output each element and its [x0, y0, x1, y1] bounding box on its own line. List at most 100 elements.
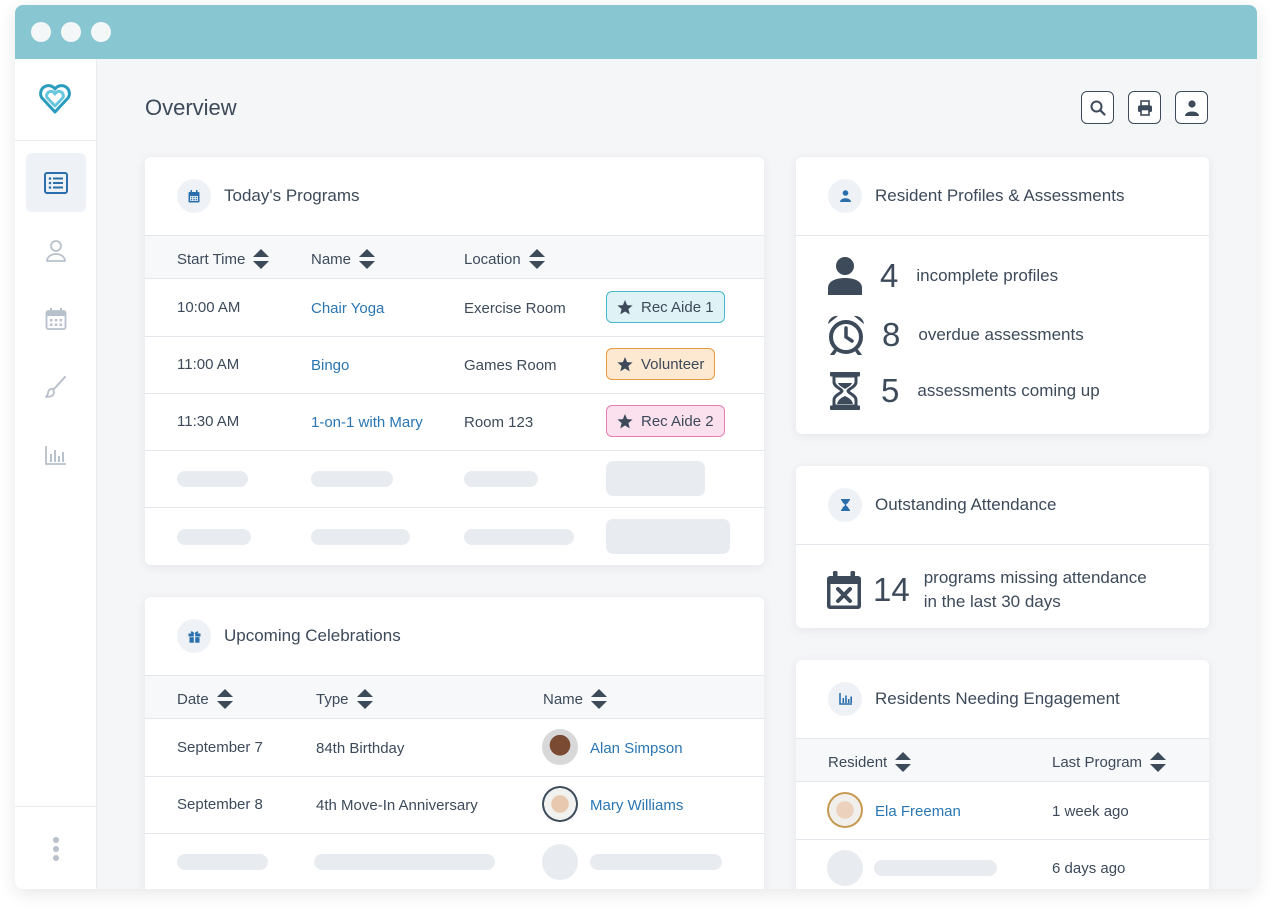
- resident-name-link[interactable]: Ela Freeman: [875, 803, 961, 820]
- stat-incomplete-profiles[interactable]: 4 incomplete profiles: [828, 257, 1058, 295]
- staff-tag[interactable]: Rec Aide 2: [606, 405, 725, 437]
- sidebar-item-activities[interactable]: [26, 357, 86, 416]
- placeholder-avatar: [542, 844, 578, 880]
- table-row[interactable]: 11:30 AM 1-on-1 with Mary Room 123 Rec A…: [145, 393, 764, 451]
- table-header: Resident Last Program: [796, 739, 1209, 782]
- stat-value: 14: [873, 571, 910, 608]
- program-name-link[interactable]: Chair Yoga: [311, 300, 384, 317]
- stat-label: assessments coming up: [917, 381, 1100, 400]
- sidebar-item-overview[interactable]: [26, 153, 86, 212]
- sort-icon: [528, 249, 545, 269]
- table-row[interactable]: September 7 84th Birthday Alan Simpson: [145, 719, 764, 777]
- avatar[interactable]: [542, 729, 578, 765]
- stat-label: programs missing attendance in the last …: [923, 568, 1147, 611]
- celebration-date: September 8: [177, 796, 263, 813]
- sidebar-more-button[interactable]: [26, 819, 86, 878]
- sidebar-item-calendar[interactable]: [26, 289, 86, 348]
- app-logo-icon[interactable]: [37, 81, 73, 117]
- hourglass-icon: [828, 488, 862, 522]
- placeholder-bar: [874, 860, 997, 876]
- avatar[interactable]: [827, 792, 863, 828]
- hourglass-icon: [830, 372, 860, 410]
- app-window: Overview Today's Programs Start Time Nam…: [15, 5, 1257, 889]
- print-button[interactable]: [1128, 91, 1161, 124]
- column-header-start-time[interactable]: Start Time: [177, 249, 270, 269]
- column-header-resident[interactable]: Resident: [828, 752, 912, 772]
- search-button[interactable]: [1081, 91, 1114, 124]
- card-header: Outstanding Attendance: [796, 466, 1209, 545]
- table-row[interactable]: 11:00 AM Bingo Games Room Volunteer: [145, 336, 764, 394]
- program-time: 10:00 AM: [177, 299, 241, 316]
- column-header-last-program[interactable]: Last Program: [1052, 752, 1167, 772]
- window-minimize-dot[interactable]: [61, 22, 81, 42]
- staff-tag[interactable]: Volunteer: [606, 348, 716, 380]
- stat-value: 8: [882, 316, 901, 353]
- program-time: 11:00 AM: [177, 356, 240, 373]
- stat-overdue-assessments[interactable]: 8 overdue assessments: [827, 315, 1084, 355]
- table-header: Start Time Name Location: [145, 236, 764, 279]
- celebration-type: 4th Move-In Anniversary: [316, 797, 478, 814]
- table-row[interactable]: 10:00 AM Chair Yoga Exercise Room Rec Ai…: [145, 279, 764, 337]
- program-location: Room 123: [464, 414, 534, 431]
- stat-label: incomplete profiles: [916, 266, 1059, 285]
- table-row[interactable]: 6 days ago: [796, 839, 1209, 889]
- user-icon: [828, 257, 862, 295]
- program-location: Exercise Room: [464, 300, 566, 317]
- upcoming-celebrations-card: Upcoming Celebrations Date Type Name Sep…: [145, 597, 764, 889]
- star-icon: [617, 356, 633, 371]
- placeholder-bar: [177, 529, 251, 545]
- program-time: 11:30 AM: [177, 413, 240, 430]
- placeholder-bar: [314, 854, 495, 870]
- window-maximize-dot[interactable]: [91, 22, 111, 42]
- window-close-dot[interactable]: [31, 22, 51, 42]
- placeholder-bar: [177, 854, 268, 870]
- card-title: Upcoming Celebrations: [224, 626, 401, 645]
- placeholder-box: [606, 519, 730, 554]
- sort-icon: [1150, 752, 1167, 772]
- placeholder-bar: [464, 471, 538, 487]
- sort-icon: [591, 689, 608, 709]
- sort-icon: [359, 249, 376, 269]
- stat-assessments-coming-up[interactable]: 5 assessments coming up: [830, 372, 1100, 410]
- residents-engagement-card: Residents Needing Engagement Resident La…: [796, 660, 1209, 889]
- resident-profiles-card: Resident Profiles & Assessments 4 incomp…: [796, 157, 1209, 434]
- card-header: Residents Needing Engagement: [796, 660, 1209, 739]
- staff-tag[interactable]: Rec Aide 1: [606, 291, 725, 323]
- sidebar-item-residents[interactable]: [26, 221, 86, 280]
- last-program: 6 days ago: [1052, 860, 1126, 877]
- avatar[interactable]: [542, 786, 578, 822]
- stat-label: overdue assessments: [918, 325, 1084, 344]
- bar-chart-icon: [45, 445, 66, 465]
- page-title: Overview: [145, 95, 237, 120]
- table-header: Date Type Name: [145, 676, 764, 719]
- column-header-date[interactable]: Date: [177, 689, 233, 709]
- column-header-name[interactable]: Name: [543, 689, 608, 709]
- program-name-link[interactable]: Bingo: [311, 357, 349, 374]
- sidebar-divider: [15, 140, 96, 141]
- search-icon: [1090, 100, 1106, 116]
- sort-icon: [253, 249, 270, 269]
- sort-icon: [356, 689, 373, 709]
- sidebar-item-reports[interactable]: [26, 425, 86, 484]
- table-row[interactable]: September 8 4th Move-In Anniversary Mary…: [145, 776, 764, 834]
- table-row[interactable]: Ela Freeman 1 week ago: [796, 782, 1209, 840]
- program-name-link[interactable]: 1-on-1 with Mary: [311, 414, 423, 431]
- profile-button[interactable]: [1175, 91, 1208, 124]
- resident-name-link[interactable]: Alan Simpson: [590, 740, 683, 757]
- column-header-location[interactable]: Location: [464, 249, 545, 269]
- card-header: Today's Programs: [145, 157, 764, 236]
- todays-programs-card: Today's Programs Start Time Name Locatio…: [145, 157, 764, 565]
- placeholder-bar: [177, 471, 248, 487]
- card-title: Resident Profiles & Assessments: [875, 186, 1125, 205]
- placeholder-row: [145, 833, 764, 889]
- card-header: Resident Profiles & Assessments: [796, 157, 1209, 236]
- column-header-name[interactable]: Name: [311, 249, 376, 269]
- column-header-type[interactable]: Type: [316, 689, 373, 709]
- last-program: 1 week ago: [1052, 803, 1129, 820]
- resident-name-link[interactable]: Mary Williams: [590, 797, 683, 814]
- outstanding-attendance-card: Outstanding Attendance 14 programs missi…: [796, 466, 1209, 628]
- stat-missing-attendance[interactable]: 14 programs missing attendance in the la…: [827, 566, 1147, 614]
- stat-value: 4: [880, 257, 899, 294]
- gift-icon: [177, 619, 211, 653]
- placeholder-avatar: [827, 850, 863, 886]
